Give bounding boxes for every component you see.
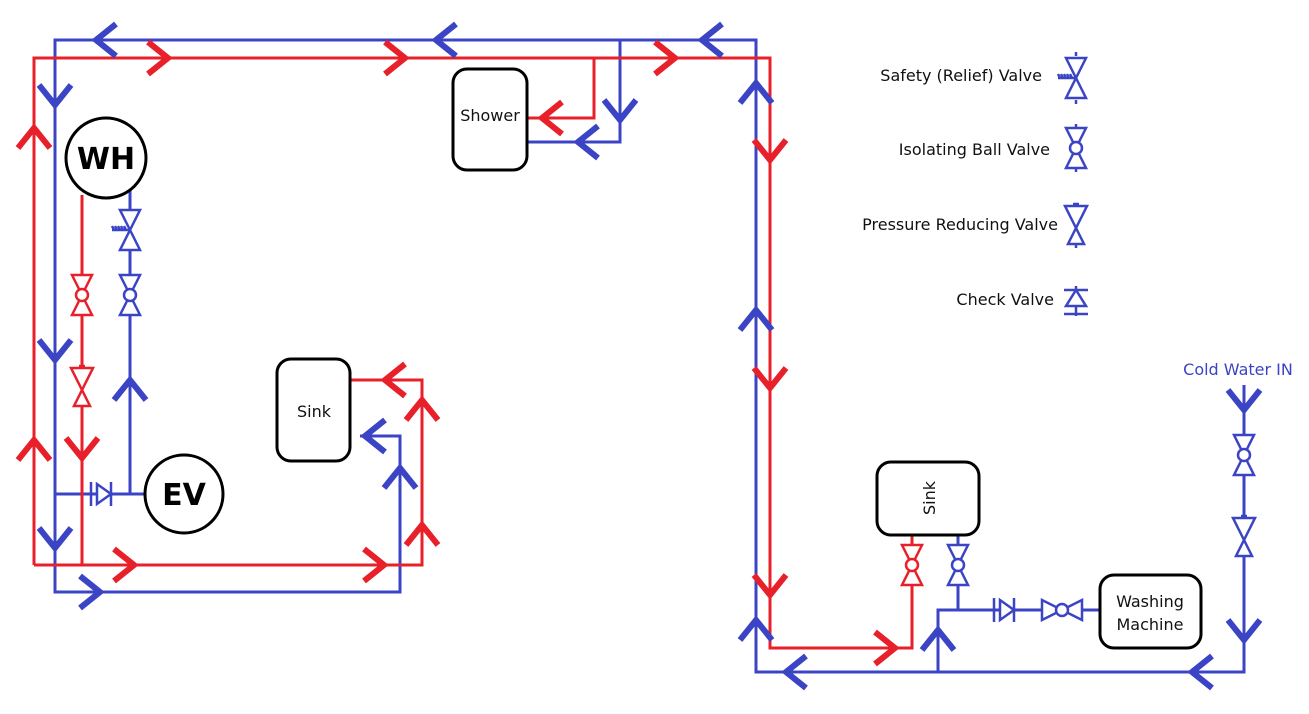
isolating-ball-valve-washing-machine[interactable] bbox=[1040, 597, 1084, 623]
shower-label: Shower bbox=[460, 106, 520, 125]
ball-icon bbox=[122, 287, 138, 303]
expansion-vessel-label: EV bbox=[162, 478, 206, 513]
legend-label-pressure-reducing-valve: Pressure Reducing Valve bbox=[862, 215, 1058, 234]
isolating-ball-valve-wh-cold[interactable] bbox=[117, 273, 143, 317]
plumbing-diagram: WH EV Shower Sink Sink Washing Machine C… bbox=[15, 21, 1293, 691]
water-heater: WH bbox=[64, 116, 148, 200]
pressure-reducing-valve-hot[interactable] bbox=[68, 364, 96, 408]
legend: Safety (Relief) Valve Isolating Ball Val… bbox=[862, 66, 1058, 309]
washing-machine-label-line2: Machine bbox=[1117, 615, 1184, 634]
water-heater-label: WH bbox=[77, 142, 135, 177]
ball-icon bbox=[904, 557, 920, 573]
pressure-reducing-valve-inlet[interactable] bbox=[1230, 514, 1258, 558]
legend-label-isolating-ball-valve: Isolating Ball Valve bbox=[899, 140, 1050, 159]
legend-icon-isolating-ball-valve[interactable] bbox=[1063, 126, 1089, 170]
cold-pipe-sink-branch bbox=[936, 608, 1100, 672]
sink-right-label: Sink bbox=[920, 480, 939, 515]
ball-icon bbox=[950, 557, 966, 573]
flow-arrows bbox=[15, 21, 1263, 691]
isolating-ball-valve-sink-cold[interactable] bbox=[945, 543, 971, 587]
sink-right-fixture: Sink bbox=[875, 460, 981, 537]
sink-left-label: Sink bbox=[297, 402, 332, 421]
ball-icon bbox=[74, 287, 90, 303]
hot-pipe-bottom-left bbox=[34, 378, 424, 567]
shower-fixture: Shower bbox=[451, 67, 529, 172]
ball-icon bbox=[1068, 140, 1084, 156]
cold-pipe-shower-branch bbox=[527, 40, 622, 144]
sink-left-fixture: Sink bbox=[275, 357, 352, 463]
safety-relief-valve-wh[interactable] bbox=[110, 208, 143, 252]
legend-icon-safety-relief-valve[interactable] bbox=[1056, 56, 1089, 100]
valves bbox=[68, 52, 1258, 623]
isolating-ball-valve-wh-hot[interactable] bbox=[69, 273, 95, 317]
legend-label-check-valve: Check Valve bbox=[956, 290, 1054, 309]
isolating-ball-valve-sink-hot[interactable] bbox=[899, 543, 925, 587]
hot-pipe-shower-branch bbox=[527, 58, 596, 120]
cold-water-pipes bbox=[53, 38, 1246, 674]
legend-icon-pressure-reducing-valve[interactable] bbox=[1062, 202, 1090, 246]
cold-water-inlet-label: Cold Water IN bbox=[1183, 360, 1293, 379]
washing-machine-box bbox=[1098, 573, 1203, 650]
legend-label-safety-relief-valve: Safety (Relief) Valve bbox=[880, 66, 1042, 85]
washing-machine-fixture: Washing Machine bbox=[1098, 573, 1203, 650]
ball-icon bbox=[1236, 447, 1252, 463]
washing-machine-label-line1: Washing bbox=[1116, 592, 1184, 611]
expansion-vessel: EV bbox=[143, 453, 225, 535]
isolating-ball-valve-inlet[interactable] bbox=[1231, 433, 1257, 477]
legend-icon-check-valve[interactable] bbox=[1063, 286, 1089, 316]
